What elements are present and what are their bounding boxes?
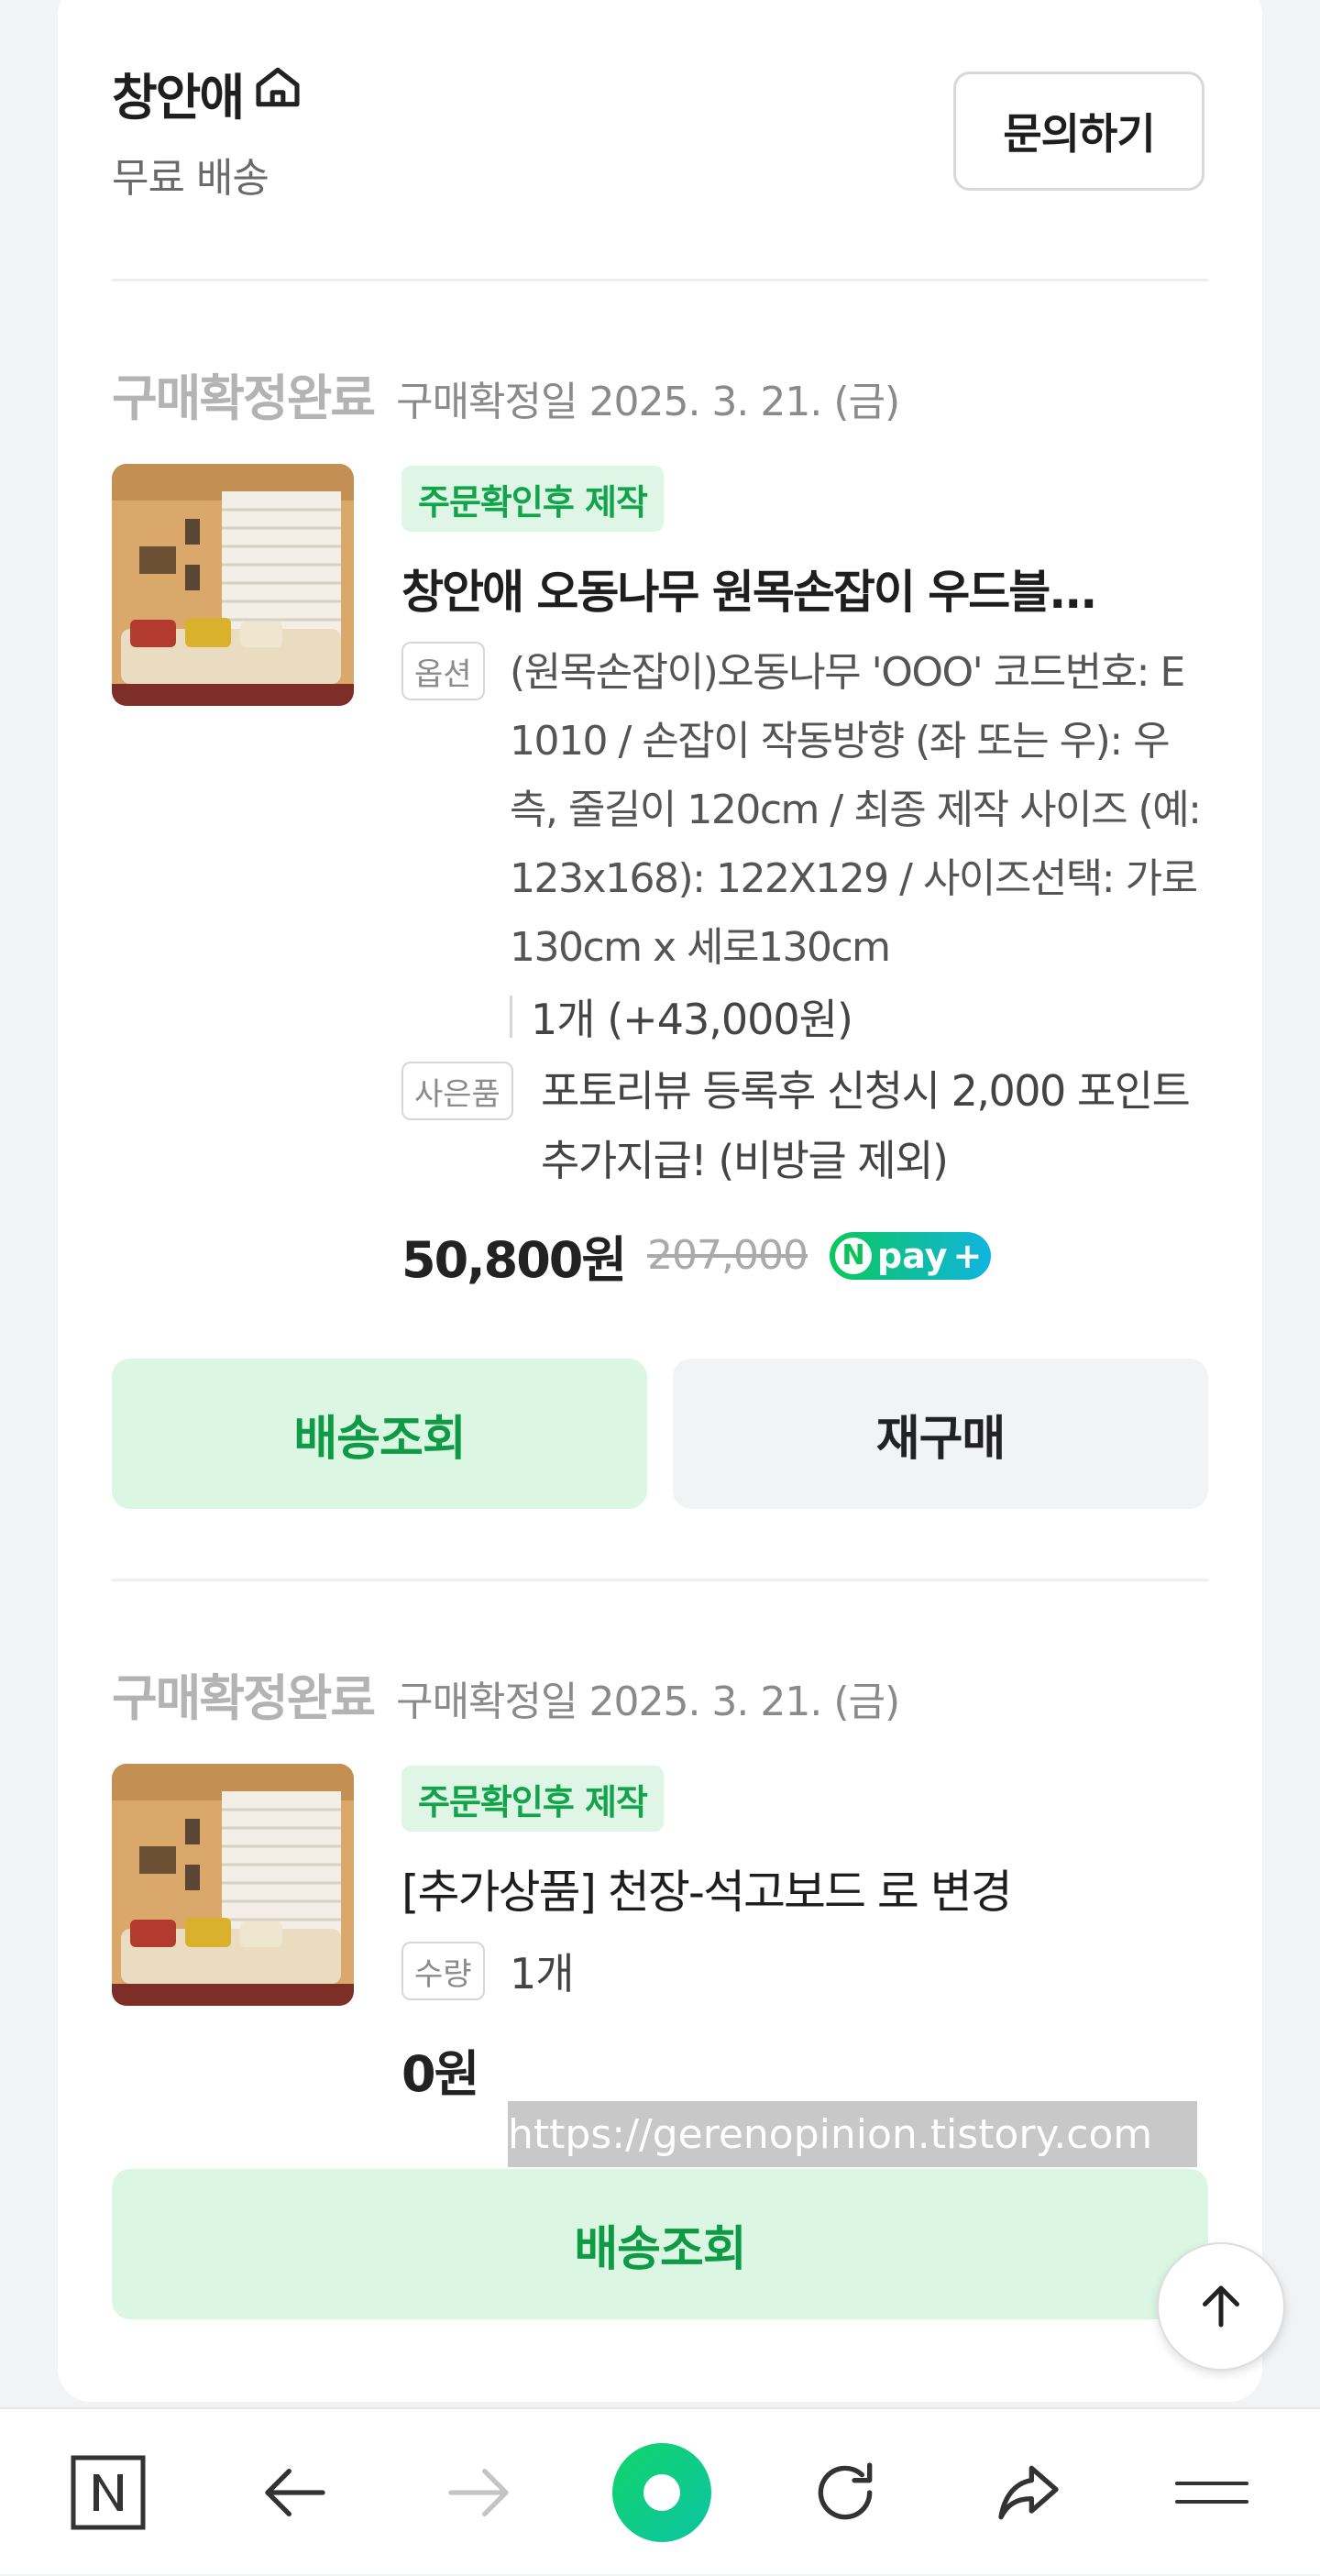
bottom-navigation-bar — [0, 2407, 1320, 2574]
order-status-line: 구매확정완료 구매확정일 2025. 3. 21. (금) — [112, 358, 900, 430]
naver-n-icon — [71, 2455, 146, 2530]
share-button[interactable] — [964, 2409, 1093, 2576]
shipping-info: 무료 배송 — [112, 155, 270, 202]
quantity-value-line: 1개 — [510, 1942, 575, 2000]
arrow-up-icon — [1203, 2285, 1239, 2328]
plus-icon: + — [952, 1235, 983, 1276]
product-thumbnail[interactable] — [112, 464, 354, 706]
order-status: 구매확정완료 — [112, 1669, 376, 1727]
product-title[interactable]: [추가상품] 천장-석고보드 로 변경 — [402, 1855, 1208, 1921]
original-price: 207,000 — [647, 1232, 808, 1279]
refresh-icon — [818, 2462, 873, 2520]
refresh-button[interactable] — [781, 2409, 909, 2576]
order-status: 구매확정완료 — [112, 369, 376, 427]
quantity-value: 1개 — [510, 1949, 575, 1998]
order-status-line: 구매확정완료 구매확정일 2025. 3. 21. (금) — [112, 1657, 900, 1730]
confirm-date: 구매확정일 2025. 3. 21. (금) — [396, 379, 900, 425]
forward-arrow-icon — [448, 2469, 509, 2516]
scroll-to-top-button[interactable] — [1157, 2242, 1285, 2371]
gift-text: 포토리뷰 등록후 신청시 2,000 포인트 추가지급! (비방글 제외) — [541, 1066, 1191, 1185]
quantity-label: 수량 — [402, 1942, 485, 2000]
track-delivery-button[interactable]: 배송조회 — [112, 1359, 647, 1509]
confirm-date: 구매확정일 2025. 3. 21. (금) — [396, 1679, 900, 1725]
separator — [510, 996, 512, 1038]
store-header[interactable]: 창안애 — [112, 57, 303, 129]
back-arrow-icon — [265, 2469, 325, 2516]
menu-icon — [1175, 2482, 1248, 2504]
forward-button[interactable] — [414, 2409, 543, 2576]
home-icon[interactable] — [252, 61, 303, 125]
divider — [112, 1579, 1208, 1581]
share-icon — [998, 2465, 1059, 2520]
npay-plus-badge: N pay + — [830, 1231, 992, 1280]
gift-label: 사은품 — [402, 1062, 513, 1120]
naver-n-icon: N — [835, 1237, 873, 1274]
made-to-order-tag: 주문확인후 제작 — [402, 466, 664, 532]
product-title[interactable]: 창안애 오동나무 원목손잡이 우드블... — [402, 556, 1208, 622]
home-circle-button[interactable] — [598, 2409, 726, 2576]
sale-price: 0원 — [402, 2045, 479, 2103]
menu-button[interactable] — [1148, 2409, 1276, 2576]
option-label: 옵션 — [402, 642, 485, 700]
track-delivery-button[interactable]: 배송조회 — [112, 2169, 1208, 2319]
price-line: 50,800원 207,000 N pay + — [402, 1219, 992, 1292]
inquiry-button[interactable]: 문의하기 — [953, 72, 1204, 191]
made-to-order-tag: 주문확인후 제작 — [402, 1766, 664, 1832]
watermark: https://gerenopinion.tistory.com — [508, 2101, 1197, 2167]
rebuy-button[interactable]: 재구매 — [673, 1359, 1208, 1509]
option-text: (원목손잡이)오동나무 'OOO' 코드번호: E1010 / 손잡이 작동방향… — [510, 649, 1202, 971]
price-line: 0원 — [402, 2033, 479, 2106]
back-button[interactable] — [231, 2409, 359, 2576]
npay-label: pay — [877, 1235, 948, 1276]
product-thumbnail[interactable] — [112, 1764, 354, 2006]
naver-home-button[interactable] — [44, 2409, 172, 2576]
option-quantity: 1개 (+43,000원) — [510, 986, 853, 1047]
store-name[interactable]: 창안애 — [112, 57, 245, 129]
quantity-price: 1개 (+43,000원) — [531, 995, 853, 1044]
home-circle-icon — [612, 2443, 711, 2542]
divider — [112, 279, 1208, 281]
sale-price: 50,800원 — [402, 1231, 627, 1289]
